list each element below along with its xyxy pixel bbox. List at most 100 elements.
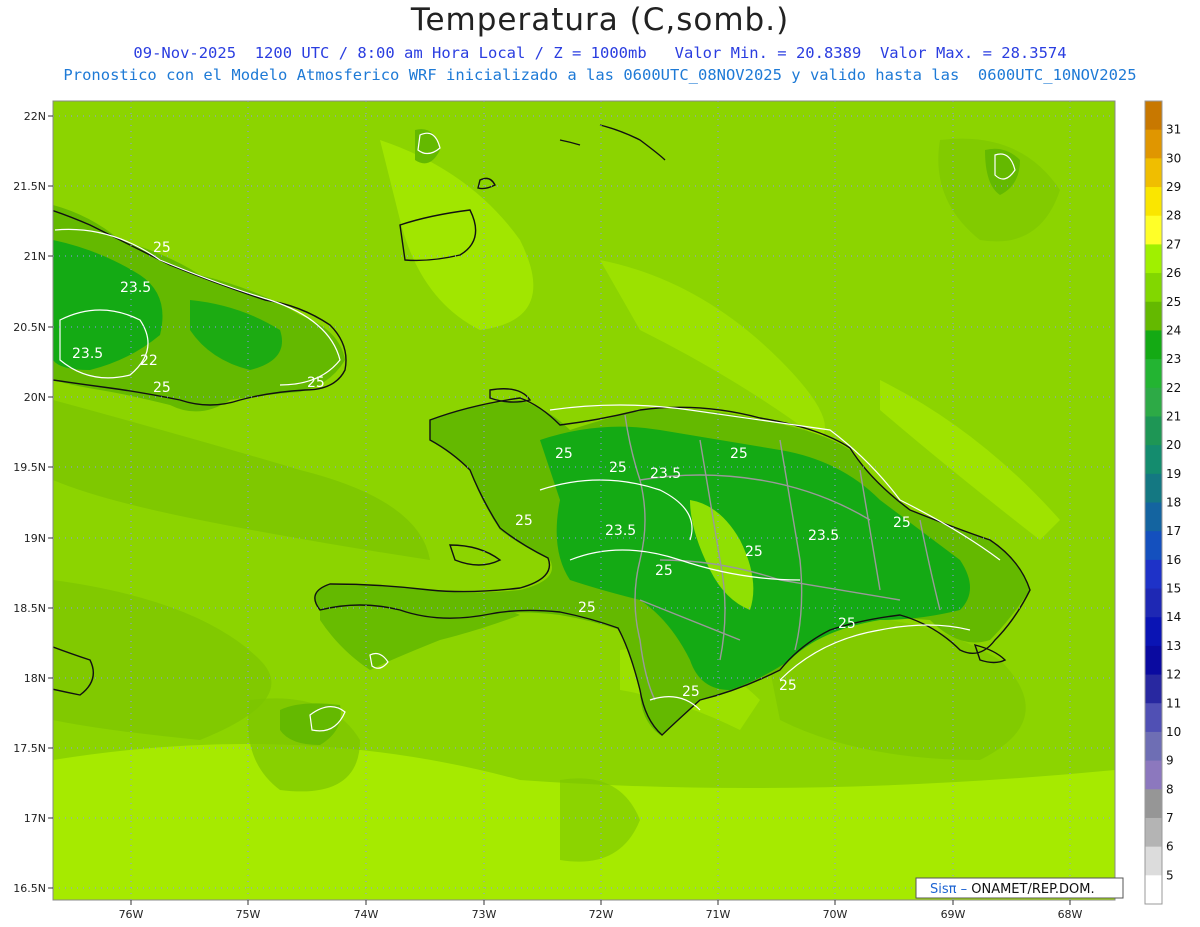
colorbar-label: 21 xyxy=(1166,409,1181,423)
contour-label: 25 xyxy=(745,544,763,560)
longitude-axis: 76W 75W 74W 73W 72W 71W 70W 69W 68W xyxy=(119,900,1083,921)
lon-label: 68W xyxy=(1058,908,1083,921)
colorbar-label: 5 xyxy=(1166,868,1174,882)
colorbar-swatch xyxy=(1145,645,1162,676)
colorbar-label: 27 xyxy=(1166,237,1181,251)
colorbar-swatch xyxy=(1145,244,1162,274)
colorbar-swatch xyxy=(1145,158,1162,188)
credit-brand: Sisπ – xyxy=(930,882,967,897)
colorbar-swatch xyxy=(1145,301,1162,331)
contour-label: 25 xyxy=(153,240,171,256)
colorbar-label: 22 xyxy=(1166,381,1181,395)
contour-label: 25 xyxy=(730,446,748,462)
colorbar-swatch xyxy=(1145,531,1162,561)
colorbar-label: 26 xyxy=(1166,266,1181,280)
latitude-axis: 22N 21.5N 21N 20.5N 20N 19.5N 19N 18.5N … xyxy=(13,110,53,895)
colorbar-swatch xyxy=(1145,187,1162,217)
colorbar-swatch xyxy=(1145,101,1162,131)
colorbar-swatch xyxy=(1145,588,1162,618)
colorbar-label: 14 xyxy=(1166,610,1181,624)
lon-label: 74W xyxy=(354,908,379,921)
lat-label: 21N xyxy=(24,250,46,263)
colorbar-swatch xyxy=(1145,502,1162,532)
colorbar-swatch xyxy=(1145,273,1162,303)
lat-label: 20N xyxy=(24,391,46,404)
colorbar-swatch xyxy=(1145,875,1162,905)
lat-label: 22N xyxy=(24,110,46,123)
colorbar-label: 16 xyxy=(1166,553,1181,567)
colorbar-swatch xyxy=(1145,846,1162,876)
colorbar-label: 17 xyxy=(1166,524,1181,538)
lat-label: 18N xyxy=(24,672,46,685)
contour-label: 25 xyxy=(682,684,700,700)
lon-label: 69W xyxy=(941,908,966,921)
lat-label: 16.5N xyxy=(13,882,46,895)
lon-label: 76W xyxy=(119,908,144,921)
temperature-field: 25 23.5 23.5 22 25 25 25 25 23.5 25 25 2… xyxy=(53,101,1115,900)
colorbar-label: 30 xyxy=(1166,151,1181,165)
colorbar-label: 28 xyxy=(1166,209,1181,223)
lon-label: 75W xyxy=(236,908,261,921)
contour-label: 22 xyxy=(140,353,158,369)
colorbar: 31 30 29 28 27 26 25 24 23 22 21 20 19 18 17 16 15 14 13 12… xyxy=(1144,100,1181,905)
lon-label: 70W xyxy=(823,908,848,921)
contour-label: 25 xyxy=(555,446,573,462)
colorbar-swatch xyxy=(1145,473,1162,503)
colorbar-label: 8 xyxy=(1166,782,1174,796)
lat-label: 21.5N xyxy=(13,180,46,193)
colorbar-swatch xyxy=(1145,359,1162,389)
colorbar-label: 9 xyxy=(1166,754,1174,768)
contour-label: 23.5 xyxy=(808,528,839,544)
colorbar-swatch xyxy=(1145,559,1162,590)
colorbar-label: 11 xyxy=(1166,696,1181,710)
contour-label: 25 xyxy=(515,513,533,529)
colorbar-label: 15 xyxy=(1166,582,1181,596)
colorbar-swatch xyxy=(1145,703,1162,733)
contour-label: 25 xyxy=(779,678,797,694)
colorbar-swatch xyxy=(1145,760,1162,790)
contour-label: 23.5 xyxy=(120,280,151,296)
svg-text:Sisπ – ONAMET/REP.DOM.: Sisπ – ONAMET/REP.DOM. xyxy=(930,882,1095,897)
colorbar-label: 31 xyxy=(1166,123,1181,137)
colorbar-label: 12 xyxy=(1166,668,1181,682)
colorbar-swatch xyxy=(1145,330,1162,360)
lat-label: 18.5N xyxy=(13,602,46,615)
colorbar-swatch xyxy=(1145,416,1162,446)
contour-label: 25 xyxy=(578,600,596,616)
colorbar-swatch xyxy=(1145,129,1162,159)
lat-label: 17N xyxy=(24,812,46,825)
lat-label: 19.5N xyxy=(13,461,46,474)
colorbar-swatch xyxy=(1145,215,1162,245)
lon-label: 71W xyxy=(706,908,731,921)
colorbar-label: 13 xyxy=(1166,639,1181,653)
colorbar-label: 29 xyxy=(1166,180,1181,194)
contour-label: 23.5 xyxy=(72,346,103,362)
colorbar-swatch xyxy=(1145,617,1162,647)
colorbar-label: 20 xyxy=(1166,438,1181,452)
contour-label: 25 xyxy=(609,460,627,476)
colorbar-label: 23 xyxy=(1166,352,1181,366)
contour-label: 25 xyxy=(893,515,911,531)
colorbar-swatch xyxy=(1145,817,1162,848)
contour-label: 25 xyxy=(655,563,673,579)
lat-label: 20.5N xyxy=(13,321,46,334)
colorbar-label: 19 xyxy=(1166,467,1181,481)
temperature-map: 25 23.5 23.5 22 25 25 25 25 23.5 25 25 2… xyxy=(13,100,1181,921)
colorbar-swatch xyxy=(1145,387,1162,417)
lon-label: 73W xyxy=(472,908,497,921)
colorbar-swatch xyxy=(1145,789,1162,819)
credit-org: ONAMET/REP.DOM. xyxy=(967,882,1095,897)
credit-box: Sisπ – ONAMET/REP.DOM. xyxy=(915,877,1124,899)
colorbar-swatch xyxy=(1145,445,1162,475)
contour-label: 25 xyxy=(307,375,325,391)
colorbar-label: 7 xyxy=(1166,811,1174,825)
lon-label: 72W xyxy=(589,908,614,921)
contour-label: 25 xyxy=(153,380,171,396)
colorbar-label: 18 xyxy=(1166,496,1181,510)
colorbar-label: 24 xyxy=(1166,323,1181,337)
colorbar-label: 25 xyxy=(1166,295,1181,309)
lat-label: 17.5N xyxy=(13,742,46,755)
contour-label: 23.5 xyxy=(605,523,636,539)
colorbar-swatch xyxy=(1145,731,1162,762)
colorbar-swatch xyxy=(1145,674,1162,704)
